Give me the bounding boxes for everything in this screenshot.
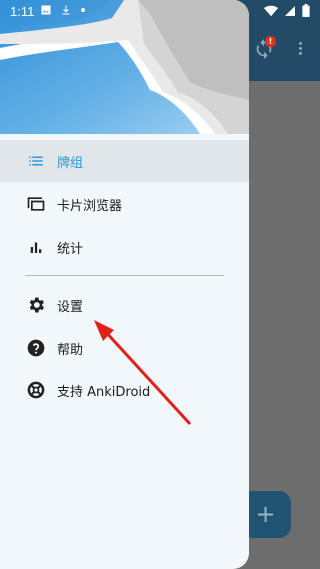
list-icon	[25, 150, 47, 172]
navigation-drawer: 牌组 卡片浏览器 统计 设置 帮助 支持 AnkiDroid	[0, 0, 249, 569]
image-notification-icon	[41, 5, 51, 15]
nav-label: 支持 AnkiDroid	[57, 384, 151, 400]
status-bar: 1:11	[0, 0, 320, 24]
nav-label: 卡片浏览器	[57, 198, 123, 214]
lifebuoy-icon	[25, 379, 47, 401]
nav-item-decks[interactable]: 牌组	[0, 140, 249, 182]
nav-label: 设置	[57, 299, 84, 315]
notification-dot-icon	[81, 8, 85, 12]
sync-badge: !	[265, 36, 276, 47]
status-time: 1:11	[10, 4, 35, 19]
nav-item-settings[interactable]: 设置	[0, 284, 249, 326]
nav-item-card-browser[interactable]: 卡片浏览器	[0, 183, 249, 225]
nav-label: 统计	[57, 241, 84, 257]
nav-label: 牌组	[57, 155, 84, 171]
signal-icon	[285, 5, 295, 16]
battery-icon	[302, 4, 310, 17]
download-icon	[62, 5, 70, 15]
nav-item-statistics[interactable]: 统计	[0, 226, 249, 268]
help-icon	[25, 337, 47, 359]
bar-chart-icon	[25, 236, 47, 258]
nav-label: 帮助	[57, 342, 84, 358]
wifi-icon	[264, 5, 278, 16]
card-browser-icon	[25, 193, 47, 215]
overflow-menu-icon[interactable]	[294, 40, 306, 60]
nav-item-help[interactable]: 帮助	[0, 327, 249, 369]
gear-icon	[25, 294, 47, 316]
drawer-divider	[25, 275, 224, 276]
nav-item-support[interactable]: 支持 AnkiDroid	[0, 369, 249, 411]
